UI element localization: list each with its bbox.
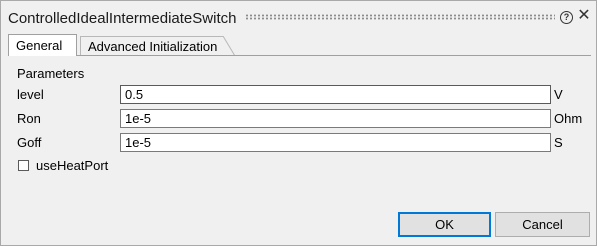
ron-label: Ron <box>17 111 41 126</box>
use-heat-port-checkbox[interactable] <box>18 160 29 171</box>
cancel-button-label: Cancel <box>522 217 563 232</box>
level-unit: V <box>554 87 563 102</box>
use-heat-port-label: useHeatPort <box>36 158 109 173</box>
ron-unit: Ohm <box>554 111 583 126</box>
help-icon[interactable]: ? <box>560 11 573 24</box>
close-icon[interactable]: ✕ <box>577 8 591 24</box>
goff-unit: S <box>554 135 563 150</box>
tab-advanced-initialization[interactable]: Advanced Initialization <box>80 36 235 56</box>
tab-advanced-initialization-label: Advanced Initialization <box>88 39 218 54</box>
drag-grip[interactable] <box>245 14 555 20</box>
ron-input[interactable] <box>120 109 551 128</box>
ok-button-label: OK <box>435 217 454 232</box>
general-panel: Parameters level V Ron Ohm Goff S useHea… <box>8 55 591 200</box>
level-input[interactable] <box>120 85 551 104</box>
tab-edge <box>222 36 236 56</box>
window-title: ControlledIdealIntermediateSwitch <box>8 10 237 27</box>
cancel-button[interactable]: Cancel <box>495 212 590 237</box>
goff-input[interactable] <box>120 133 551 152</box>
level-label: level <box>17 87 44 102</box>
ok-button[interactable]: OK <box>398 212 491 237</box>
title-bar[interactable]: ControlledIdealIntermediateSwitch ? ✕ <box>1 1 596 33</box>
goff-label: Goff <box>17 135 42 150</box>
tab-general-label: General <box>16 38 63 53</box>
dialog-window: ControlledIdealIntermediateSwitch ? ✕ Ge… <box>0 0 597 246</box>
parameters-heading: Parameters <box>17 66 85 81</box>
tab-general[interactable]: General <box>8 34 77 56</box>
